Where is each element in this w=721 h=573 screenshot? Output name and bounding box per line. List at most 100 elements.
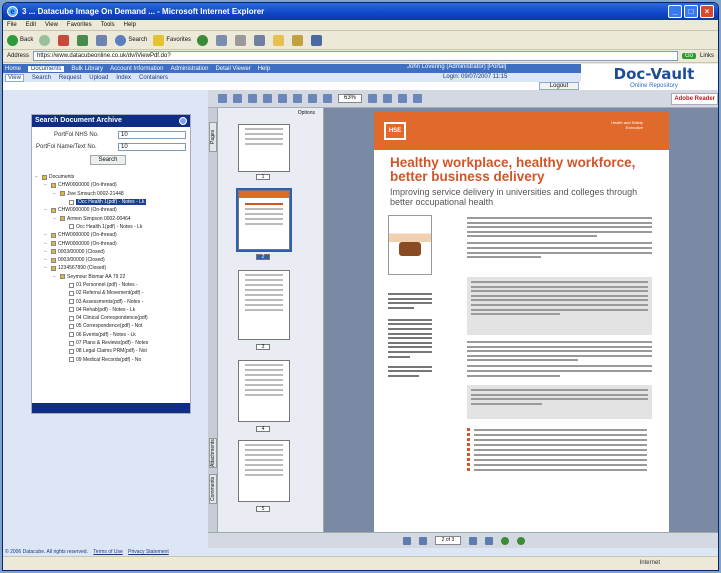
search-submit-button[interactable]: Search [90,155,126,165]
tree-node-label[interactable]: 09 Medical Records(pdf) - No [76,357,141,363]
tree-node-label[interactable]: 0003/00000 (Closed) [58,249,105,255]
tree-expander-icon[interactable]: − [44,207,49,213]
tree-expander-icon[interactable]: − [44,241,49,247]
tree-expander-icon[interactable]: − [44,265,49,271]
back-button[interactable]: Back [7,34,33,46]
last-page-icon[interactable] [485,536,493,545]
subnav-containers[interactable]: Containers [139,75,168,81]
menu-favorites[interactable]: Favorites [67,22,92,28]
messenger-button[interactable] [311,34,324,46]
tree-node-label[interactable]: 07 Plans & Reviews(pdf) - Notes [76,340,148,346]
field1-input[interactable]: 10 [118,131,186,139]
tree-node-label[interactable]: 06 Events(pdf) - Notes - Lk [76,332,136,338]
tree-node-label[interactable]: CHW0000000 (On-thread) [58,207,117,213]
menu-edit[interactable]: Edit [26,22,36,28]
thumbnail-page-4[interactable] [238,360,290,422]
edit-button[interactable] [254,34,267,46]
tree-node[interactable]: 04 Clinical Correspondence(pdf) [35,314,187,322]
nav-help[interactable]: Help [258,66,270,72]
tree-node-label[interactable]: 04 Rehab(pdf) - Notes - Lk [76,307,135,313]
forward-button[interactable] [39,34,52,46]
collapse-icon[interactable] [179,117,187,125]
menu-help[interactable]: Help [124,22,136,28]
tree-node-label[interactable]: 08 Legal Claims PRM(pdf) - Not [76,348,147,354]
save-icon[interactable] [218,94,227,103]
nav-account-information[interactable]: Account Information [110,66,163,72]
thumbnail-options[interactable]: Options [218,108,323,118]
subnav-index[interactable]: Index [116,75,131,81]
history-button[interactable] [197,34,210,46]
menu-file[interactable]: File [7,22,17,28]
back-view-icon[interactable] [501,536,509,545]
tree-expander-icon[interactable]: − [53,216,58,222]
logout-button[interactable]: Logout [539,82,579,90]
print-button[interactable] [235,34,248,46]
tree-node-label[interactable]: Armen Simpson 0002-00464 [67,216,131,222]
tree-node-label[interactable]: 01 Personnel (pdf) - Notes - [76,282,138,288]
menu-tools[interactable]: Tools [101,22,115,28]
refresh-button[interactable] [77,34,90,46]
tree-expander-icon[interactable]: − [44,257,49,263]
select-tool-icon[interactable] [278,94,287,103]
subnav-request[interactable]: Request [59,75,81,81]
first-page-icon[interactable] [403,536,411,545]
zoom-out-icon[interactable] [308,94,317,103]
footer-link-privacy[interactable]: Privacy Statement [128,549,169,555]
tree-node-label[interactable]: Occ Health 1(pdf) - Notes - Lk [76,224,142,230]
tree-node-label[interactable]: Occ Health 1(pdf) - Notes - Lk [76,199,147,206]
tree-node-label[interactable]: 1234567890 (Closed) [58,265,106,271]
rotate-icon[interactable] [398,94,407,103]
tree-expander-icon[interactable]: − [53,191,58,197]
tree-expander-icon[interactable]: − [44,249,49,255]
tree-node-label[interactable]: 02 Referral & Movement(pdf) - [76,290,144,296]
tree-node[interactable]: − 0003/00000 (Closed) [35,248,187,256]
fit-width-icon[interactable] [383,94,392,103]
tree-node[interactable]: Occ Health 1(pdf) - Notes - Lk [35,223,187,231]
tree-node[interactable]: 09 Medical Records(pdf) - No [35,356,187,364]
hand-tool-icon[interactable] [263,94,272,103]
subnav-view[interactable]: View [5,73,24,82]
nav-administration[interactable]: Administration [170,66,208,72]
tab-comments[interactable]: Comments [209,474,217,504]
nav-bulk-library[interactable]: Bulk Library [71,66,103,72]
print-icon[interactable] [233,94,242,103]
maximize-button[interactable]: □ [684,5,698,18]
minimize-button[interactable]: _ [668,5,682,18]
tree-node[interactable]: − Armen Simpson 0002-00464 [35,214,187,222]
tree-expander-icon[interactable]: − [35,174,40,180]
tree-node-label[interactable]: CHW0000000 (On-thread) [58,241,117,247]
find-icon[interactable] [413,94,422,103]
tree-node-label[interactable]: 03 Assessments(pdf) - Notes - [76,299,143,305]
nav-documents[interactable]: Documents [28,65,65,72]
tree-node[interactable]: 08 Legal Claims PRM(pdf) - Not [35,347,187,355]
tree-node[interactable]: 03 Assessments(pdf) - Notes - [35,297,187,305]
field2-input[interactable]: 10 [118,143,186,151]
research-button[interactable] [292,34,305,46]
nav-detail-viewer[interactable]: Detail Viewer [215,66,250,72]
tree-node[interactable]: − CHW0000000 (On-thread) [35,239,187,247]
tree-node[interactable]: 06 Events(pdf) - Notes - Lk [35,331,187,339]
tree-node[interactable]: − Seymour Bixmar AA 79 22 [35,273,187,281]
tree-expander-icon[interactable]: − [44,182,49,188]
forward-view-icon[interactable] [517,536,525,545]
tree-node[interactable]: − CHW0000000 (On-thread) [35,231,187,239]
nav-home[interactable]: Home [5,66,21,72]
folder-button[interactable] [273,34,286,46]
address-input[interactable]: https://www.datacubeonline.co.uk/dv/iVie… [33,51,678,61]
fit-page-icon[interactable] [368,94,377,103]
tree-node[interactable]: − CHW0000000 (On-thread) [35,181,187,189]
tree-node-label[interactable]: Jive Smouch 0002-21448 [67,191,124,197]
stop-button[interactable] [58,34,71,46]
tree-node-label[interactable]: 04 Clinical Correspondence(pdf) [76,315,148,321]
search-button[interactable]: Search [115,34,147,46]
home-button[interactable] [96,34,109,46]
links-label[interactable]: Links [700,53,714,59]
tab-pages[interactable]: Pages [209,122,217,152]
tree-node[interactable]: 01 Personnel (pdf) - Notes - [35,281,187,289]
tree-expander-icon[interactable]: − [44,232,49,238]
tree-node[interactable]: − 0003/00000 (Closed) [35,256,187,264]
favorites-button[interactable]: Favorites [153,34,191,46]
zoom-in-icon[interactable] [323,94,332,103]
page-indicator[interactable]: 2 of 3 [435,536,461,545]
tree-node-label[interactable]: Documents [49,174,74,180]
